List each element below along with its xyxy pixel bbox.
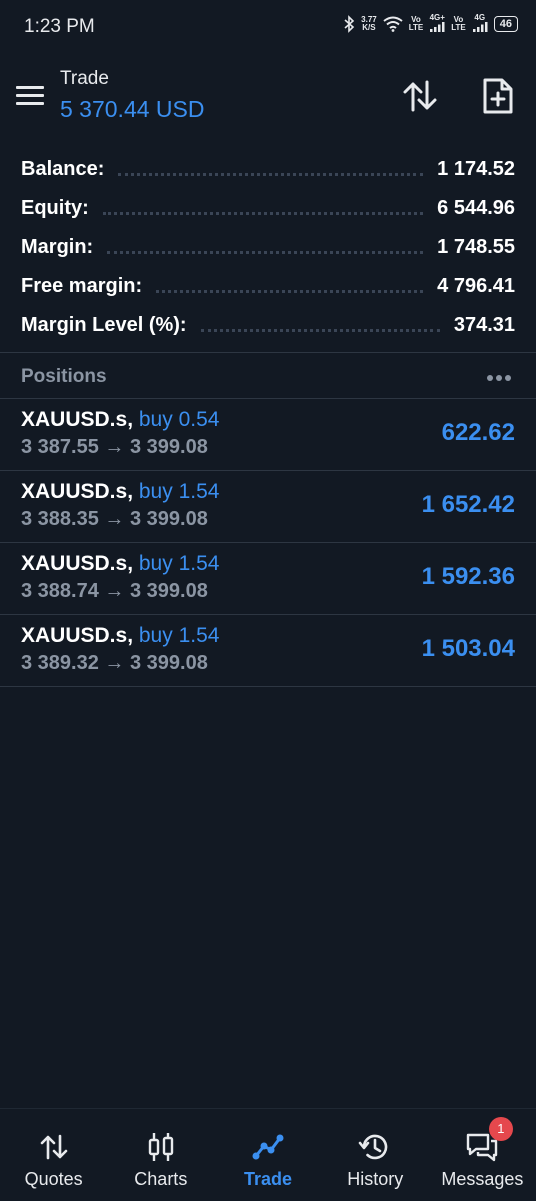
nav-label: Trade [243,1169,293,1189]
nav-history[interactable]: History [322,1109,429,1201]
separator: , [127,552,139,575]
position-prices: 3 388.74 → 3 399.08 [21,580,208,602]
position-side: buy 1.54 [138,480,220,503]
summary-label: Margin Level (%): [21,314,187,336]
network-speed-unit: K/S [362,23,376,32]
sim2-network: 4G [474,13,486,22]
nav-charts[interactable]: Charts [107,1109,214,1201]
position-profit: 622.62 [441,419,515,446]
dotted-leader [102,210,424,215]
summary-value: 374.31 [453,314,515,336]
summary-row-margin-level: Margin Level (%): 374.31 [0,306,536,345]
nav-label: History [347,1169,404,1189]
position-row[interactable]: XAUUSD.s, buy 0.54 3 387.55 → 3 399.08 6… [0,398,536,470]
dotted-leader [107,249,424,254]
sim1-volte: Vo LTE [409,16,424,32]
summary-label: Balance: [21,158,105,180]
candlestick-chart-icon [148,1133,173,1161]
dotted-leader [200,327,440,332]
battery-indicator: 46 [493,16,518,32]
divider [0,352,536,353]
position-row[interactable]: XAUUSD.s, buy 1.54 3 388.35 → 3 399.08 1… [0,470,536,542]
new-order-icon[interactable] [482,76,514,116]
position-profit: 1 652.42 [421,491,515,518]
summary-value: 6 544.96 [437,197,515,219]
position-symbol: XAUUSD.s [21,408,128,431]
nav-trade[interactable]: Trade [214,1109,321,1201]
signal-icon [472,22,488,32]
account-balance: 5 370.44 USD [60,96,205,122]
separator: , [127,624,139,647]
nav-label: Messages [441,1169,524,1189]
positions-header: Positions [0,356,536,398]
position-row[interactable]: XAUUSD.s, buy 1.54 3 388.74 → 3 399.08 1… [0,542,536,614]
summary-row-margin: Margin: 1 748.55 [0,228,536,267]
page-title: Trade [60,68,109,89]
bottom-navigation: Quotes Charts Trade History 1 Messages [0,1108,536,1201]
position-title: XAUUSD.s, buy 0.54 [21,408,219,432]
sim1-network: 4G+ [429,13,445,22]
status-bar: 1:23 PM 3.77 K/S Vo LTE 4G+ Vo LTE 4G 46 [0,0,536,56]
menu-icon[interactable] [16,84,44,106]
position-symbol: XAUUSD.s [21,480,128,503]
position-prices: 3 388.35 → 3 399.08 [21,508,208,530]
position-symbol: XAUUSD.s [21,624,128,647]
sim1-signal: 4G+ [429,14,445,34]
position-symbol: XAUUSD.s [21,552,128,575]
separator: , [127,480,139,503]
summary-value: 4 796.41 [437,275,515,297]
sort-icon[interactable] [402,76,438,116]
network-speed: 3.77 K/S [361,16,377,32]
nav-label: Quotes [24,1169,83,1189]
summary-row-free-margin: Free margin: 4 796.41 [0,267,536,306]
unread-badge: 1 [488,1117,513,1141]
separator: , [127,408,139,431]
positions-list: XAUUSD.s, buy 0.54 3 387.55 → 3 399.08 6… [0,398,536,687]
summary-row-balance: Balance: 1 174.52 [0,150,536,189]
sim2-signal: 4G [472,14,488,34]
app-bar: Trade 5 370.44 USD [0,56,536,140]
history-icon [358,1134,388,1160]
summary-label: Free margin: [21,275,143,297]
bluetooth-icon [344,15,355,33]
position-prices: 3 389.32 → 3 399.08 [21,652,208,674]
position-profit: 1 503.04 [421,635,515,662]
positions-title: Positions [21,366,107,387]
nav-label: Charts [134,1169,188,1189]
account-summary: Balance: 1 174.52 Equity: 6 544.96 Margi… [0,150,536,345]
position-title: XAUUSD.s, buy 1.54 [21,552,219,576]
status-icons: 3.77 K/S Vo LTE 4G+ Vo LTE 4G 46 [343,14,518,34]
status-time: 1:23 PM [24,16,95,37]
sim2-label-bottom: LTE [451,23,466,32]
summary-value: 1 174.52 [437,158,515,180]
position-row[interactable]: XAUUSD.s, buy 1.54 3 389.32 → 3 399.08 1… [0,614,536,687]
summary-value: 1 748.55 [437,236,515,258]
wifi-icon [383,16,403,32]
position-side: buy 1.54 [138,624,220,647]
position-profit: 1 592.36 [421,563,515,590]
summary-label: Equity: [21,197,89,219]
position-prices: 3 387.55 → 3 399.08 [21,436,208,458]
dotted-leader [118,171,424,176]
position-side: buy 1.54 [138,552,220,575]
more-options-icon[interactable] [486,368,512,388]
nav-messages[interactable]: 1 Messages [429,1109,536,1201]
summary-row-equity: Equity: 6 544.96 [0,189,536,228]
nav-quotes[interactable]: Quotes [0,1109,107,1201]
signal-icon [430,22,445,32]
trade-line-icon [252,1134,284,1160]
sim2-volte: Vo LTE [451,16,466,32]
summary-label: Margin: [21,236,94,258]
dotted-leader [156,288,424,293]
position-title: XAUUSD.s, buy 1.54 [21,624,219,648]
quotes-icon [40,1134,67,1160]
position-side: buy 0.54 [138,408,220,431]
position-title: XAUUSD.s, buy 1.54 [21,480,219,504]
sim1-label-bottom: LTE [408,23,424,32]
